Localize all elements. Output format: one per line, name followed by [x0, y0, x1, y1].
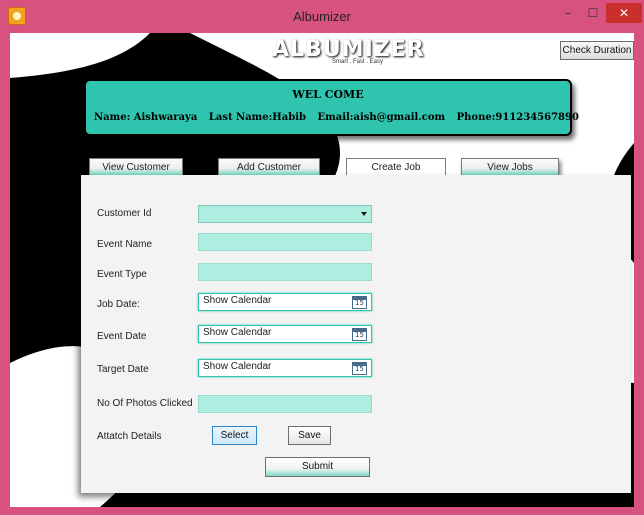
user-info: Name: Aishwaraya Last Name:Habib Email:a… — [94, 112, 587, 123]
job-date-picker[interactable]: Show Calendar 15 — [198, 293, 372, 311]
welcome-heading: WEL COME — [292, 88, 364, 101]
target-date-value: Show Calendar — [203, 361, 272, 372]
logo-tagline: Smart . Fast . Easy — [332, 59, 384, 65]
user-last-name: Last Name:Habib — [208, 112, 307, 123]
calendar-icon-day: 15 — [355, 331, 364, 339]
event-name-label: Event Name — [97, 239, 153, 250]
user-email: Email:aish@gmail.com — [317, 112, 446, 123]
chevron-down-icon — [361, 212, 367, 216]
welcome-banner: WEL COME Name: Aishwaraya Last Name:Habi… — [84, 79, 579, 136]
calendar-icon[interactable]: 15 — [352, 328, 367, 341]
event-date-label: Event Date — [97, 331, 147, 342]
target-date-picker[interactable]: Show Calendar 15 — [198, 359, 372, 377]
attach-details-label: Attatch Details — [97, 431, 162, 442]
event-type-field[interactable] — [198, 263, 372, 281]
minimize-button[interactable]: – — [557, 3, 579, 23]
client-area: ALBUMIZER Smart . Fast . Easy Check Dura… — [10, 33, 634, 507]
create-job-panel: Customer Id Event Name Event Type Job Da… — [81, 175, 631, 493]
customer-id-label: Customer Id — [97, 208, 152, 219]
user-name: Name: Aishwaraya — [94, 112, 198, 123]
maximize-button[interactable]: ☐ — [582, 3, 604, 23]
title-bar: Albumizer – ☐ ✕ — [0, 3, 644, 31]
close-button[interactable]: ✕ — [606, 3, 642, 23]
job-date-value: Show Calendar — [203, 295, 272, 306]
customer-id-dropdown[interactable] — [198, 205, 372, 223]
select-button[interactable]: Select — [212, 426, 257, 445]
check-duration-button[interactable]: Check Duration — [560, 41, 634, 60]
job-date-label: Job Date: — [97, 299, 140, 310]
event-name-field[interactable] — [198, 233, 372, 251]
calendar-icon[interactable]: 15 — [352, 362, 367, 375]
user-phone: Phone:911234567890 — [456, 112, 579, 123]
window-title: Albumizer — [293, 9, 351, 24]
calendar-icon-day: 15 — [355, 299, 364, 307]
event-type-label: Event Type — [97, 269, 147, 280]
photos-clicked-field[interactable] — [198, 395, 372, 413]
event-date-picker[interactable]: Show Calendar 15 — [198, 325, 372, 343]
photos-clicked-label: No Of Photos Clicked — [97, 398, 193, 409]
app-window: Albumizer – ☐ ✕ ALBUMIZER Smart . Fast .… — [0, 0, 644, 515]
target-date-label: Target Date — [97, 364, 149, 375]
calendar-icon-day: 15 — [355, 365, 364, 373]
submit-button[interactable]: Submit — [265, 457, 370, 477]
albumizer-logo: ALBUMIZER Smart . Fast . Easy — [272, 37, 424, 67]
event-date-value: Show Calendar — [203, 327, 272, 338]
save-button[interactable]: Save — [288, 426, 331, 445]
calendar-icon[interactable]: 15 — [352, 296, 367, 309]
